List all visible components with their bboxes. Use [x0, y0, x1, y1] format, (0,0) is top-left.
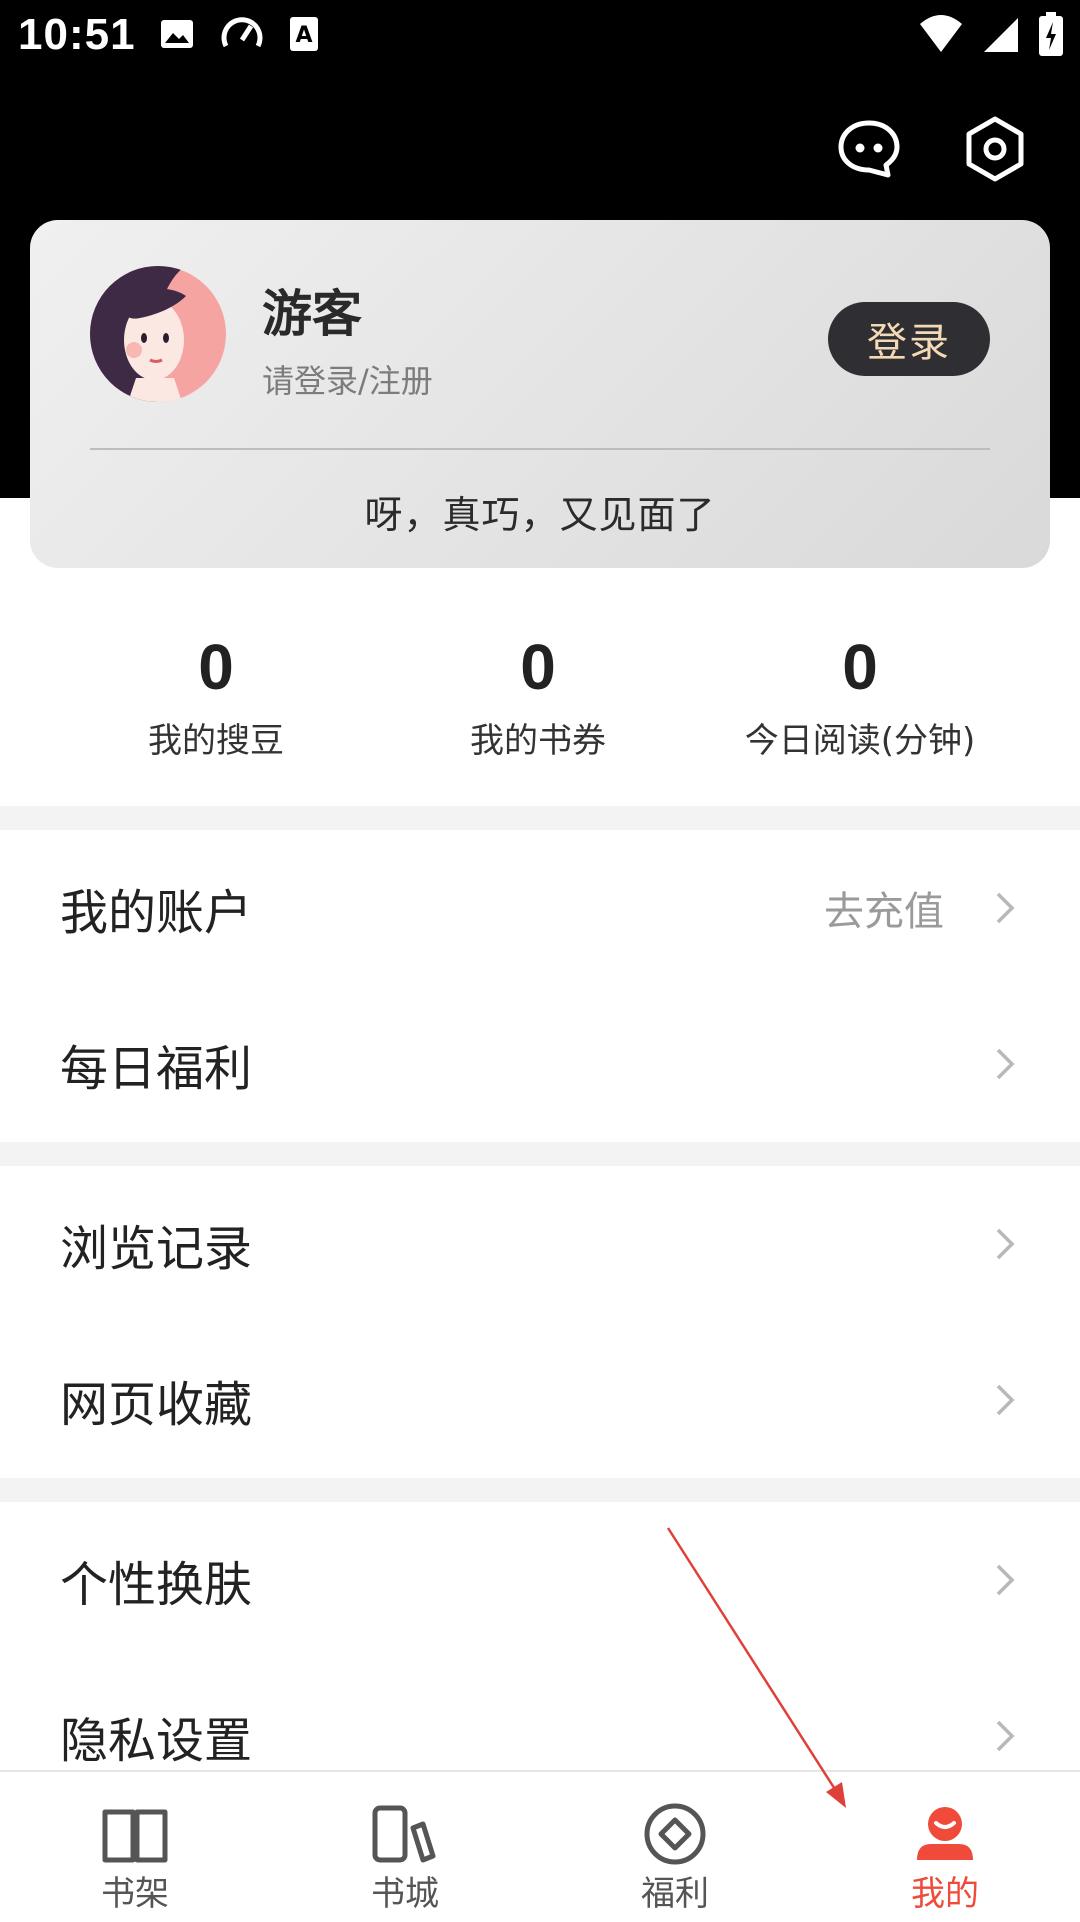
greeting-text: 呀，真巧，又见面了	[364, 493, 716, 537]
gear-icon	[966, 116, 1024, 182]
image-notification-icon	[161, 20, 193, 48]
menu-item-label: 每日福利	[60, 1041, 253, 1097]
tab-label: 书架	[101, 1874, 169, 1914]
tab-bookshelf[interactable]: 书架	[0, 1772, 270, 1922]
settings-button[interactable]	[958, 112, 1032, 186]
stat-label: 今日阅读(分钟)	[744, 721, 976, 761]
section-divider	[0, 1142, 1080, 1166]
menu-item-account[interactable]: 我的账户 去充值	[0, 830, 1080, 986]
stat-book-coupons[interactable]: 0 我的书券	[377, 625, 699, 765]
signal-icon	[984, 18, 1018, 52]
bookstore-icon	[372, 1805, 436, 1863]
profile-card: 游客 请登录/注册 登录 呀，真巧，又见面了	[30, 220, 1050, 568]
tab-bookstore[interactable]: 书城	[270, 1772, 540, 1922]
stat-value: 0	[520, 631, 556, 703]
login-hint[interactable]: 请登录/注册	[262, 356, 433, 402]
status-bar: 10:51 A	[0, 0, 1080, 76]
recharge-link[interactable]: 去充值	[824, 879, 944, 937]
tab-label: 书城	[371, 1874, 439, 1914]
login-button[interactable]: 登录	[828, 302, 990, 376]
stats-row: 0 我的搜豆 0 我的书券 0 今日阅读(分钟)	[0, 625, 1080, 765]
section-divider	[0, 1478, 1080, 1502]
section-divider	[0, 806, 1080, 830]
menu-item-browse-history[interactable]: 浏览记录	[0, 1166, 1080, 1322]
menu-item-label: 我的账户	[60, 885, 253, 941]
chevron-right-icon	[996, 1564, 1015, 1596]
wifi-icon	[920, 15, 962, 52]
user-icon	[917, 1807, 973, 1860]
status-right-icons	[918, 12, 1064, 56]
battery-icon	[1039, 12, 1063, 56]
stat-reading-minutes[interactable]: 0 今日阅读(分钟)	[699, 625, 1021, 765]
avatar[interactable]	[90, 266, 226, 402]
diamond-circle-icon	[644, 1803, 706, 1865]
chevron-right-icon	[996, 1720, 1015, 1752]
tab-label: 福利	[641, 1874, 709, 1914]
status-left-icons: A	[158, 14, 320, 54]
tab-label: 我的	[911, 1874, 979, 1914]
message-button[interactable]	[832, 112, 906, 186]
svg-text:A: A	[295, 23, 312, 48]
avatar-illustration-icon	[90, 266, 226, 402]
tab-mine[interactable]: 我的	[810, 1772, 1080, 1922]
bottom-tab-bar: 书架 书城 福利 我的	[0, 1770, 1080, 1922]
stat-label: 我的书券	[470, 721, 606, 761]
menu-item-label: 浏览记录	[60, 1221, 253, 1277]
status-time: 10:51	[18, 10, 136, 59]
menu-item-label: 个性换肤	[60, 1557, 253, 1613]
chat-bubble-icon	[838, 120, 900, 178]
menu-item-skin[interactable]: 个性换肤	[0, 1502, 1080, 1658]
stat-value: 0	[842, 631, 878, 703]
a-notification-icon: A	[290, 17, 318, 51]
username: 游客	[262, 285, 362, 343]
card-divider	[90, 448, 990, 450]
chevron-right-icon	[996, 1048, 1015, 1080]
menu-item-web-bookmarks[interactable]: 网页收藏	[0, 1322, 1080, 1478]
menu-item-daily-welfare[interactable]: 每日福利	[0, 986, 1080, 1142]
stat-sodou[interactable]: 0 我的搜豆	[55, 625, 377, 765]
top-actions	[832, 112, 1032, 186]
chevron-right-icon	[996, 1228, 1015, 1260]
tab-welfare[interactable]: 福利	[540, 1772, 810, 1922]
chevron-right-icon	[996, 892, 1015, 924]
menu-item-label: 网页收藏	[60, 1377, 253, 1433]
menu-item-label: 隐私设置	[60, 1713, 253, 1769]
chevron-right-icon	[996, 1384, 1015, 1416]
book-open-icon	[102, 1809, 168, 1863]
speedometer-icon	[221, 17, 263, 48]
stat-value: 0	[198, 631, 234, 703]
stat-label: 我的搜豆	[148, 721, 284, 761]
